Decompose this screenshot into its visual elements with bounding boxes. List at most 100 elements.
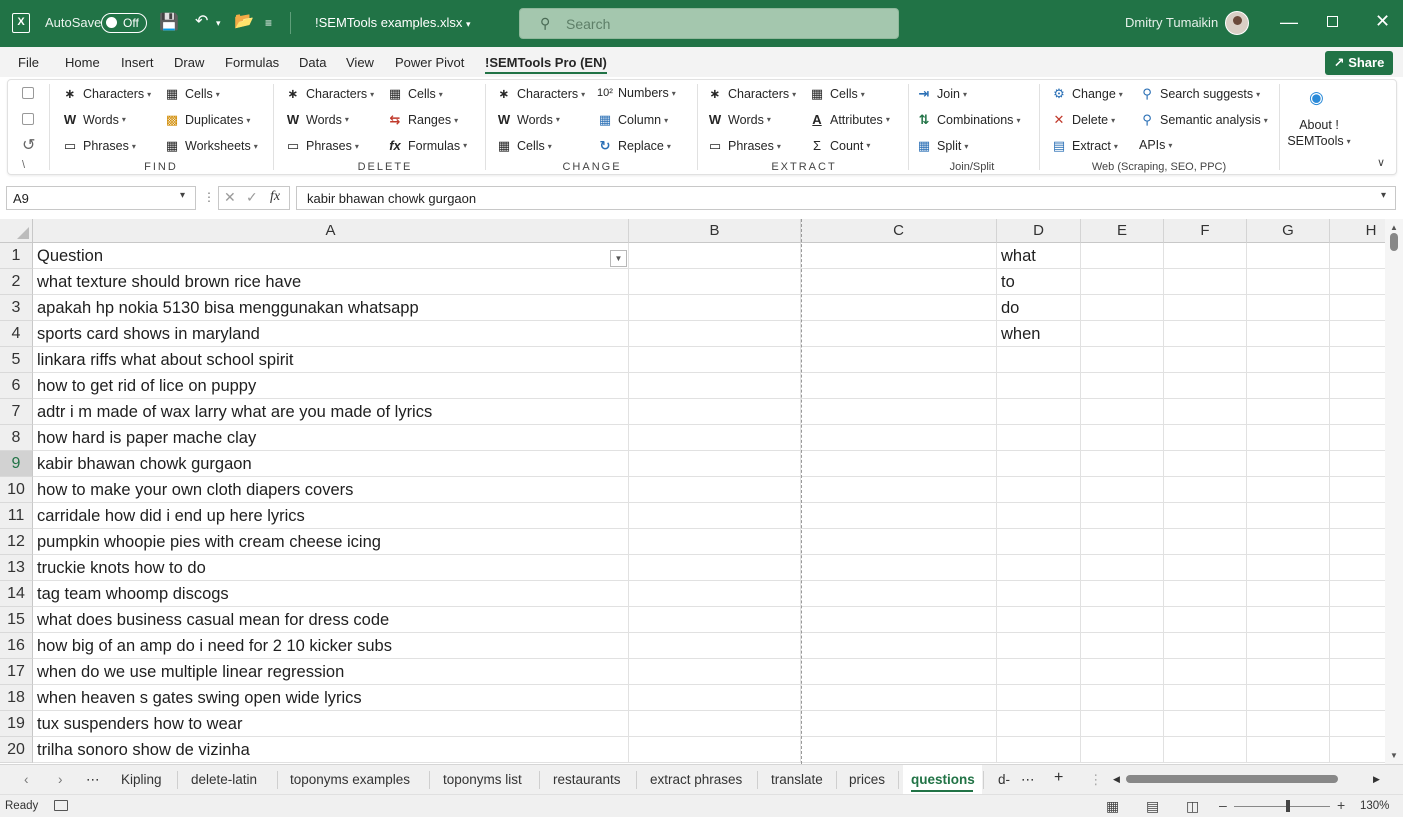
find-phrases-button[interactable]: ▭ Phrases ▾ xyxy=(62,138,136,154)
change-column-button[interactable]: ▦ Column ▾ xyxy=(597,112,668,128)
save-icon[interactable]: 💾 xyxy=(159,13,179,33)
cell-f10[interactable] xyxy=(1164,477,1247,503)
column-header-g[interactable]: G xyxy=(1247,219,1330,243)
extract-attributes-button[interactable]: A Attributes ▾ xyxy=(809,112,890,127)
prev-sheet-icon[interactable]: ‹ xyxy=(24,772,29,787)
scroll-left-icon[interactable]: ◀ xyxy=(1113,774,1120,785)
cell-e4[interactable] xyxy=(1081,321,1164,347)
split-button[interactable]: ▦ Split ▾ xyxy=(916,138,969,154)
tab-semtools[interactable]: !SEMTools Pro (EN) xyxy=(485,55,607,74)
expand-formula-icon[interactable]: ▾ xyxy=(1381,190,1386,201)
cancel-icon[interactable]: ✕ xyxy=(224,189,236,206)
cell-c1[interactable] xyxy=(801,243,997,269)
cell-c9[interactable] xyxy=(801,451,997,477)
cell-b1[interactable] xyxy=(629,243,801,269)
cell-c16[interactable] xyxy=(801,633,997,659)
tab-insert[interactable]: Insert xyxy=(121,55,154,70)
cell-e19[interactable] xyxy=(1081,711,1164,737)
cell-g16[interactable] xyxy=(1247,633,1330,659)
tab-power-pivot[interactable]: Power Pivot xyxy=(395,55,464,70)
cell-b10[interactable] xyxy=(629,477,801,503)
cell-b20[interactable] xyxy=(629,737,801,763)
web-delete-button[interactable]: ✕ Delete ▾ xyxy=(1051,112,1116,128)
cell-a13[interactable]: truckie knots how to do xyxy=(33,555,629,581)
collapse-ribbon-icon[interactable]: ∨ xyxy=(1377,156,1385,169)
column-header-d[interactable]: D xyxy=(997,219,1081,243)
cell-b12[interactable] xyxy=(629,529,801,555)
cell-b3[interactable] xyxy=(629,295,801,321)
scrollbar-thumb[interactable] xyxy=(1390,233,1398,251)
user-name[interactable]: Dmitry Tumaikin xyxy=(1125,15,1218,30)
cell-g5[interactable] xyxy=(1247,347,1330,373)
row-header[interactable]: 12 xyxy=(0,529,33,555)
extract-words-button[interactable]: W Words ▾ xyxy=(707,112,771,127)
find-duplicates-button[interactable]: ▩ Duplicates ▾ xyxy=(164,112,251,128)
cell-c18[interactable] xyxy=(801,685,997,711)
cell-f19[interactable] xyxy=(1164,711,1247,737)
name-box[interactable]: A9 xyxy=(6,186,196,210)
cell-f3[interactable] xyxy=(1164,295,1247,321)
page-break-view-icon[interactable]: ◫ xyxy=(1186,798,1199,815)
cell-d3[interactable]: do xyxy=(997,295,1081,321)
search-suggests-button[interactable]: ⚲ Search suggests ▾ xyxy=(1139,86,1260,102)
minimize-icon[interactable]: — xyxy=(1280,12,1298,32)
cell-c8[interactable] xyxy=(801,425,997,451)
cell-e3[interactable] xyxy=(1081,295,1164,321)
cell-f8[interactable] xyxy=(1164,425,1247,451)
cell-b4[interactable] xyxy=(629,321,801,347)
zoom-slider-thumb[interactable] xyxy=(1286,800,1290,812)
cell-b18[interactable] xyxy=(629,685,801,711)
change-cells-button[interactable]: ▦ Cells ▾ xyxy=(496,138,552,154)
delete-characters-button[interactable]: ∗ Characters ▾ xyxy=(285,86,375,102)
cell-c17[interactable] xyxy=(801,659,997,685)
customize-qat-icon[interactable]: ≡ xyxy=(265,13,272,33)
cell-g13[interactable] xyxy=(1247,555,1330,581)
column-header-c[interactable]: C xyxy=(801,219,997,243)
cell-f13[interactable] xyxy=(1164,555,1247,581)
combinations-button[interactable]: ⇅ Combinations ▾ xyxy=(916,112,1021,128)
cell-c13[interactable] xyxy=(801,555,997,581)
checkbox-icon[interactable] xyxy=(22,87,34,99)
cell-d4[interactable]: when xyxy=(997,321,1081,347)
tab-draw[interactable]: Draw xyxy=(174,55,204,70)
cell-d15[interactable] xyxy=(997,607,1081,633)
cell-g18[interactable] xyxy=(1247,685,1330,711)
autosave-toggle[interactable]: Off xyxy=(101,13,147,33)
cell-d7[interactable] xyxy=(997,399,1081,425)
cell-d1[interactable]: what xyxy=(997,243,1081,269)
next-sheet-icon[interactable]: › xyxy=(58,772,63,787)
change-characters-button[interactable]: ∗ Characters ▾ xyxy=(496,86,586,102)
cell-e14[interactable] xyxy=(1081,581,1164,607)
delete-phrases-button[interactable]: ▭ Phrases ▾ xyxy=(285,138,359,154)
cell-d6[interactable] xyxy=(997,373,1081,399)
delete-ranges-button[interactable]: ⇆ Ranges ▾ xyxy=(387,112,459,128)
cell-b9[interactable] xyxy=(629,451,801,477)
normal-view-icon[interactable]: ▦ xyxy=(1106,798,1119,815)
zoom-in-icon[interactable]: + xyxy=(1337,797,1345,813)
column-header-b[interactable]: B xyxy=(629,219,801,243)
row-header[interactable]: 20 xyxy=(0,737,33,763)
horizontal-scrollbar-thumb[interactable] xyxy=(1126,775,1338,783)
row-header[interactable]: 10 xyxy=(0,477,33,503)
delete-formulas-button[interactable]: fx Formulas ▾ xyxy=(387,138,467,153)
find-words-button[interactable]: W Words ▾ xyxy=(62,112,126,127)
row-header[interactable]: 16 xyxy=(0,633,33,659)
cell-c19[interactable] xyxy=(801,711,997,737)
row-header[interactable]: 8 xyxy=(0,425,33,451)
zoom-slider[interactable] xyxy=(1234,806,1330,807)
cell-g11[interactable] xyxy=(1247,503,1330,529)
about-icon[interactable]: ◉ xyxy=(1309,88,1324,108)
filter-dropdown-icon[interactable]: ▼ xyxy=(610,250,627,267)
column-header-e[interactable]: E xyxy=(1081,219,1164,243)
cell-b19[interactable] xyxy=(629,711,801,737)
cell-e11[interactable] xyxy=(1081,503,1164,529)
cell-g12[interactable] xyxy=(1247,529,1330,555)
share-button[interactable]: ↗ Share xyxy=(1325,51,1393,75)
row-header[interactable]: 15 xyxy=(0,607,33,633)
cell-e10[interactable] xyxy=(1081,477,1164,503)
row-header[interactable]: 17 xyxy=(0,659,33,685)
cell-f9[interactable] xyxy=(1164,451,1247,477)
sheet-tab[interactable]: toponyms examples xyxy=(290,772,410,787)
cell-d2[interactable]: to xyxy=(997,269,1081,295)
undo-icon[interactable]: ↶ xyxy=(195,12,208,32)
